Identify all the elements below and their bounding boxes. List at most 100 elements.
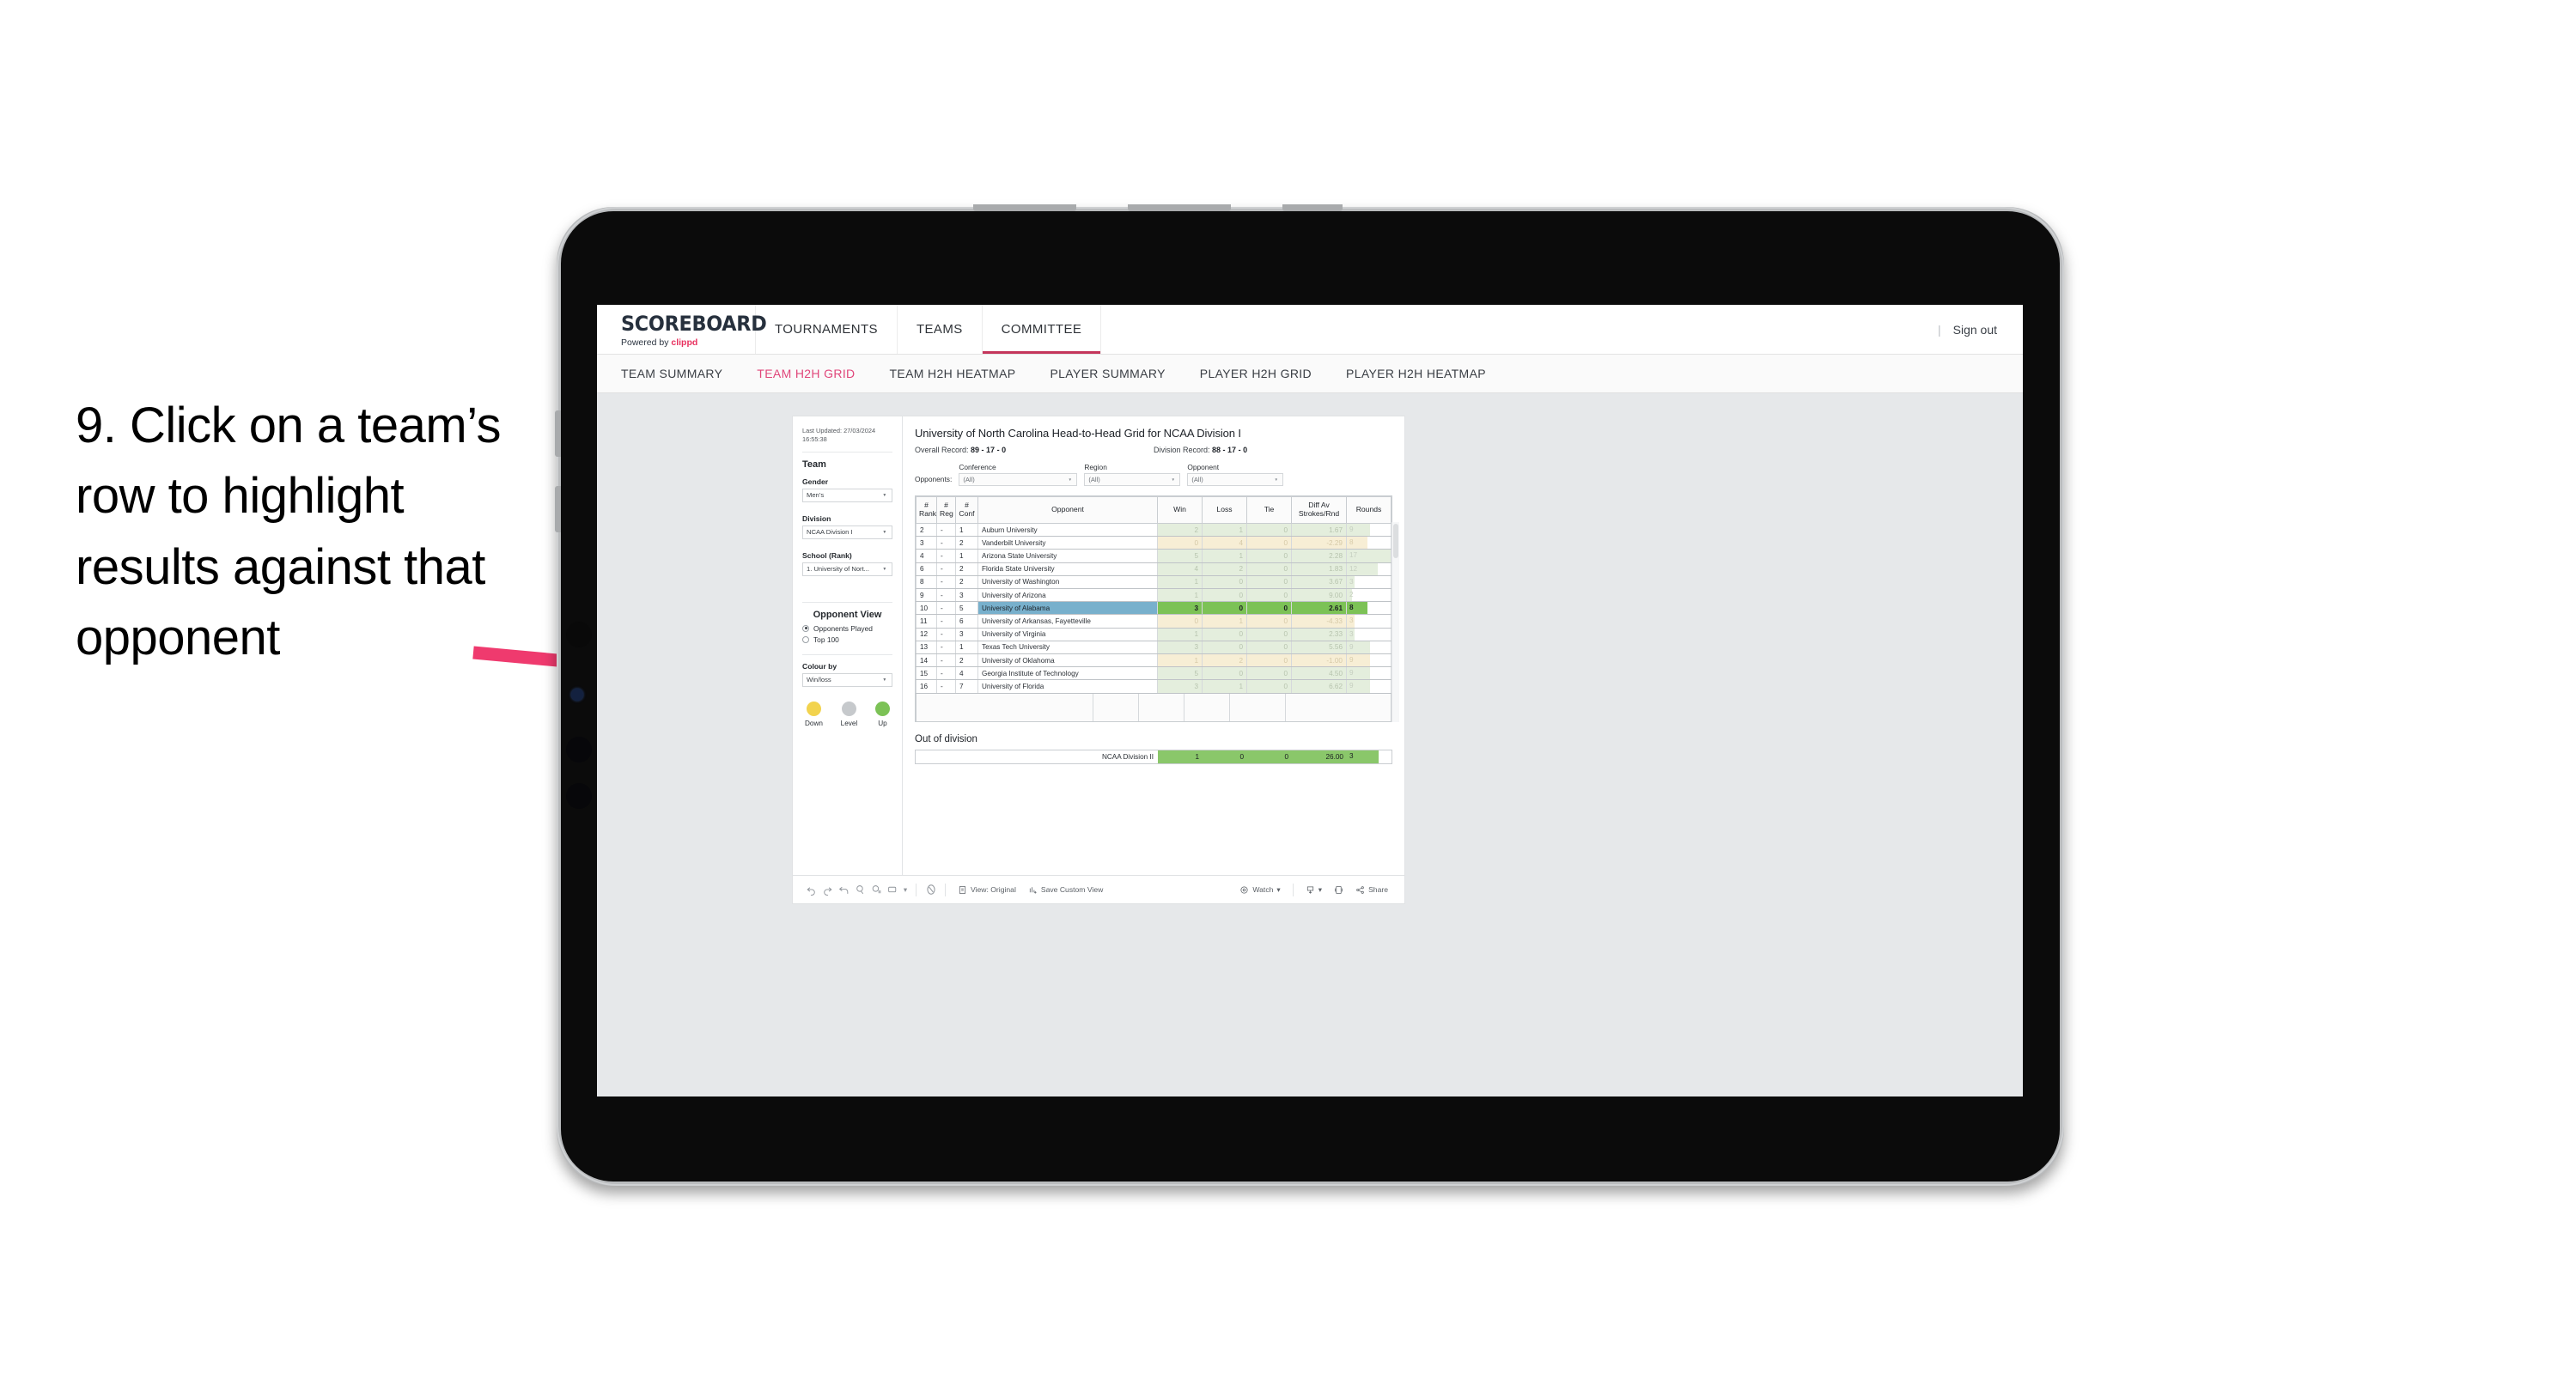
nav-item-teams[interactable]: TEAMS [898, 305, 983, 354]
cell-opponent: Texas Tech University [977, 641, 1158, 655]
opponent-filter: Opponent (All) ▼ [1187, 463, 1284, 486]
tail-seg-5 [1230, 693, 1286, 721]
redo-icon[interactable] [819, 882, 836, 898]
legend-dot-up-icon [874, 701, 890, 716]
cell-rounds: 8 [1346, 601, 1392, 616]
share-icon [1356, 885, 1364, 894]
table-row[interactable]: 16-7 University of Florida 3 1 0 6.62 9 [916, 679, 1392, 694]
cell-loss: 0 [1202, 575, 1247, 590]
nav-item-tournaments[interactable]: TOURNAMENTS [756, 305, 898, 354]
device-volume-down-button [555, 486, 561, 532]
radio-top-100[interactable]: Top 100 [802, 635, 892, 644]
legend-dot-level-icon [841, 701, 856, 716]
cell-opponent: University of Oklahoma [977, 653, 1158, 668]
cell-opponent: University of Alabama [977, 601, 1158, 616]
table-row[interactable]: 13-1 Texas Tech University 3 0 0 5.56 9 [916, 641, 1392, 655]
cell-diff: 5.56 [1291, 641, 1347, 655]
opponent-filter-label: Opponent [1187, 463, 1220, 471]
sign-out-button[interactable]: Sign out [1953, 323, 1997, 337]
save-custom-view-button[interactable]: Save Custom View [1022, 885, 1109, 895]
cell-rank: 10 [916, 601, 937, 616]
cell-rounds: 12 [1346, 562, 1392, 576]
scrollbar-thumb[interactable] [1393, 524, 1398, 558]
toolbar-divider-1 [916, 883, 917, 896]
tab-player-h2h-grid[interactable]: PLAYER H2H GRID [1200, 367, 1312, 380]
highlight-icon[interactable] [923, 882, 939, 898]
cell-tie: 0 [1246, 653, 1292, 668]
tab-team-summary[interactable]: TEAM SUMMARY [621, 367, 722, 380]
division-select[interactable]: NCAA Division I ▼ [802, 525, 892, 539]
cell-conf: 1 [955, 641, 978, 655]
table-row[interactable]: 14-2 University of Oklahoma 1 2 0 -1.00 9 [916, 653, 1392, 668]
col-rank: # Rank [916, 496, 937, 524]
chevron-down-icon: ▼ [1068, 477, 1072, 483]
pause-icon[interactable] [868, 882, 885, 898]
col-opponent: Opponent [977, 496, 1158, 524]
device-layout-button[interactable] [1328, 885, 1349, 895]
col-tie: Tie [1246, 496, 1292, 524]
cell-reg: - [936, 641, 956, 655]
table-row[interactable]: 8-2 University of Washington 1 0 0 3.67 3 [916, 575, 1392, 590]
conference-filter-select[interactable]: (All) ▼ [959, 473, 1078, 486]
gender-select[interactable]: Men’s ▼ [802, 488, 892, 502]
cell-win: 5 [1157, 666, 1203, 681]
legend-label-level: Level [840, 719, 858, 727]
filter-pane: Last Updated: 27/03/2024 16:55:38 Team G… [793, 416, 903, 876]
rectangle-select-icon[interactable] [885, 882, 901, 898]
cell-loss: 0 [1202, 641, 1247, 655]
table-row[interactable]: 2-1 Auburn University 2 1 0 1.67 9 [916, 523, 1392, 538]
out-of-division-body: NCAA Division II 1 0 0 26.00 3 [916, 750, 1392, 763]
opponent-filter-select[interactable]: (All) ▼ [1187, 473, 1284, 486]
device-top-button-3 [1282, 204, 1343, 211]
cell-rank: 2 [916, 523, 937, 538]
table-row[interactable]: 15-4 Georgia Institute of Technology 5 0 0 4.… [916, 666, 1392, 681]
legend-item-level: Level [840, 701, 858, 727]
watch-button[interactable]: Watch ▾ [1233, 885, 1286, 895]
out-of-division-row[interactable]: NCAA Division II 1 0 0 26.00 3 [916, 750, 1392, 763]
toolbar-divider-3 [1292, 883, 1294, 896]
watch-icon [1240, 885, 1248, 894]
last-updated-text: Last Updated: 27/03/2024 16:55:38 [802, 427, 892, 444]
cell-opponent: Georgia Institute of Technology [977, 666, 1158, 681]
school-select[interactable]: 1. University of Nort... ▼ [802, 562, 892, 576]
tail-seg-3 [1139, 693, 1184, 721]
table-row[interactable]: 9-3 University of Arizona 1 0 0 9.00 2 [916, 588, 1392, 603]
gender-value: Men’s [807, 491, 825, 500]
tab-player-summary[interactable]: PLAYER SUMMARY [1050, 367, 1165, 380]
tab-team-h2h-heatmap[interactable]: TEAM H2H HEATMAP [890, 367, 1016, 380]
table-row[interactable]: 11-6 University of Arkansas, Fayetteville… [916, 614, 1392, 629]
cell-diff: 6.62 [1291, 679, 1347, 694]
tail-seg-1 [917, 693, 1093, 721]
table-row[interactable]: 10-5 University of Alabama 3 0 0 2.61 8 [916, 601, 1392, 616]
h2h-grid: # Rank # Reg # Conf Opponent Win Loss Tie D… [915, 495, 1399, 722]
table-row[interactable]: 12-3 University of Virginia 1 0 0 2.33 3 [916, 628, 1392, 641]
radio-opponents-played[interactable]: Opponents Played [802, 624, 892, 633]
table-row[interactable]: 6-2 Florida State University 4 2 0 1.83 12 [916, 562, 1392, 576]
chevron-down-icon: ▼ [882, 567, 887, 572]
cell-reg: - [936, 562, 956, 576]
tab-team-h2h-grid[interactable]: TEAM H2H GRID [757, 367, 855, 380]
table-row[interactable]: 4-1 Arizona State University 5 1 0 2.28 17 [916, 549, 1392, 563]
revert-icon[interactable] [836, 882, 852, 898]
chevron-down-icon[interactable]: ▾ [901, 882, 910, 898]
cell-diff: 1.67 [1291, 523, 1347, 538]
region-filter-select[interactable]: (All) ▼ [1084, 473, 1181, 486]
cell-win: 1 [1157, 588, 1203, 603]
colour-by-select[interactable]: Win/loss ▼ [802, 672, 892, 687]
cell-rounds: 9 [1346, 641, 1392, 655]
undo-icon[interactable] [803, 882, 819, 898]
grid-vertical-scrollbar[interactable] [1392, 522, 1399, 722]
chevron-down-icon: ▼ [1171, 477, 1175, 483]
tab-player-h2h-heatmap[interactable]: PLAYER H2H HEATMAP [1346, 367, 1486, 380]
download-button[interactable]: ▾ [1300, 885, 1328, 895]
table-row[interactable]: 3-2 Vanderbilt University 0 4 0 -2.29 8 [916, 536, 1392, 550]
cell-win: 1 [1157, 653, 1203, 668]
legend-item-down: Down [805, 701, 823, 727]
legend-dot-down-icon [806, 701, 821, 716]
share-button[interactable]: Share [1349, 885, 1394, 895]
brand-logo[interactable]: SCOREBOARD Powered by clippd [597, 305, 767, 354]
refresh-icon[interactable] [852, 882, 868, 898]
view-original-button[interactable]: View: Original [952, 885, 1022, 895]
nav-item-committee[interactable]: COMMITTEE [982, 305, 1102, 354]
school-value: 1. University of Nort... [807, 565, 870, 574]
